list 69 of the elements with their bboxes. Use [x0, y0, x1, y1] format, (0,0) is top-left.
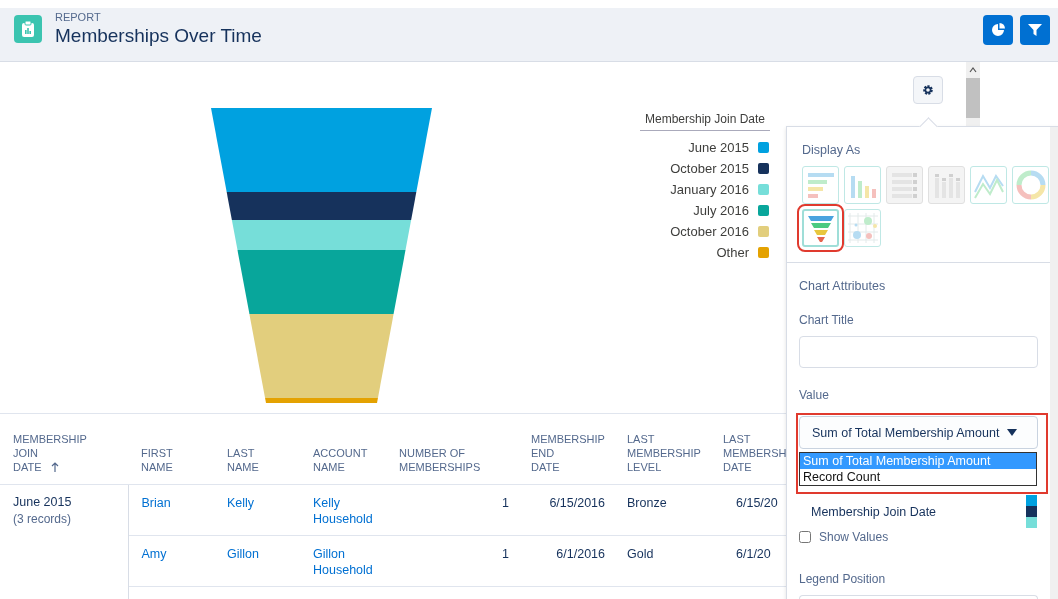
- stacked-bar-chart-icon: [889, 170, 920, 200]
- table-link[interactable]: Kelly Household: [313, 494, 378, 527]
- pie-chart-icon: [991, 22, 1005, 37]
- dropdown-option[interactable]: Record Count: [800, 469, 1036, 485]
- grouping-label: Membership Join Date: [811, 504, 937, 519]
- color-swatch[interactable]: [1026, 495, 1037, 506]
- caret-down-icon: [1007, 429, 1018, 436]
- column-header[interactable]: NUMBER OF MEMBERSHIPS: [399, 445, 481, 474]
- scroll-up-icon: [969, 67, 977, 73]
- table-cell: 1: [502, 495, 509, 510]
- section-title: Display As: [802, 143, 862, 157]
- color-swatch[interactable]: [1026, 506, 1037, 517]
- field-label: Legend Position: [799, 572, 887, 586]
- legend-label: October 2016: [670, 224, 749, 239]
- donut-chart-icon: [1015, 170, 1046, 200]
- table-cell: Bronze: [627, 495, 667, 510]
- chart-type-button[interactable]: [970, 166, 1007, 204]
- section-title: Chart Attributes: [799, 279, 887, 293]
- show-values-checkbox[interactable]: [799, 531, 811, 543]
- scrollbar-thumb[interactable]: [966, 78, 980, 118]
- legend-title: Membership Join Date: [640, 112, 770, 131]
- page-type-label: REPORT: [55, 11, 102, 24]
- group-label: June 2015: [13, 494, 73, 509]
- legend-label: June 2015: [688, 140, 749, 155]
- table-cell: 6/15/2016: [549, 495, 605, 510]
- chart-button[interactable]: [983, 14, 1013, 45]
- legend-label: October 2015: [670, 161, 749, 176]
- table-link[interactable]: Gillon: [227, 545, 259, 562]
- table-link[interactable]: Kelly: [227, 494, 255, 511]
- table-cell: 1: [502, 546, 509, 561]
- legend-label: July 2016: [693, 203, 749, 218]
- column-header[interactable]: LAST NAME: [227, 445, 259, 474]
- column-header[interactable]: FIRST NAME: [141, 445, 173, 474]
- filter-button[interactable]: [1020, 14, 1050, 45]
- column-header[interactable]: MEMBERSHIP END DATE: [531, 431, 605, 474]
- checkbox-label: Show Values: [819, 530, 889, 544]
- scrollbar[interactable]: [1050, 127, 1058, 599]
- column-header[interactable]: LAST MEMBERSH DATE: [723, 431, 786, 474]
- page-title: Memberships Over Time: [55, 24, 262, 48]
- table-cell: 6/15/20: [736, 495, 778, 510]
- column-header[interactable]: ACCOUNT NAME: [313, 445, 368, 474]
- legend-label: January 2016: [670, 182, 749, 197]
- up-arrow-icon: [50, 461, 59, 472]
- clipboard-chart-icon: [14, 14, 42, 43]
- field-label: Value: [799, 388, 830, 402]
- table-link[interactable]: Gillon Household: [313, 545, 378, 578]
- chart-type-button[interactable]: [802, 166, 839, 204]
- funnel-chart-icon: [805, 213, 836, 243]
- record-count: (3 records): [13, 511, 72, 526]
- filter-icon: [1028, 22, 1042, 37]
- scatter-chart-icon: [847, 213, 878, 243]
- bar-chart-icon: [805, 170, 836, 200]
- table-cell: 6/1/2016: [556, 546, 605, 561]
- chart-title-field[interactable]: [799, 336, 1038, 368]
- table-link[interactable]: Brian: [141, 494, 171, 511]
- column-header[interactable]: MEMBERSHIP JOIN DATE: [13, 431, 87, 474]
- table-link[interactable]: Amy: [141, 545, 167, 562]
- table-cell: Gold: [627, 546, 654, 561]
- legend-label: Other: [716, 245, 749, 260]
- settings-icon: [922, 84, 934, 96]
- chart-type-button[interactable]: [1012, 166, 1049, 204]
- chart-type-button[interactable]: [844, 166, 881, 204]
- color-swatch[interactable]: [1026, 517, 1037, 528]
- chart-type-button[interactable]: [844, 209, 881, 247]
- table-cell: 6/1/20: [736, 546, 771, 561]
- column-header[interactable]: LAST MEMBERSHIP LEVEL: [627, 431, 701, 474]
- settings-button[interactable]: [913, 76, 943, 104]
- field-label: Chart Title: [799, 313, 855, 327]
- value-select[interactable]: Sum of Total Membership Amount: [799, 416, 1038, 449]
